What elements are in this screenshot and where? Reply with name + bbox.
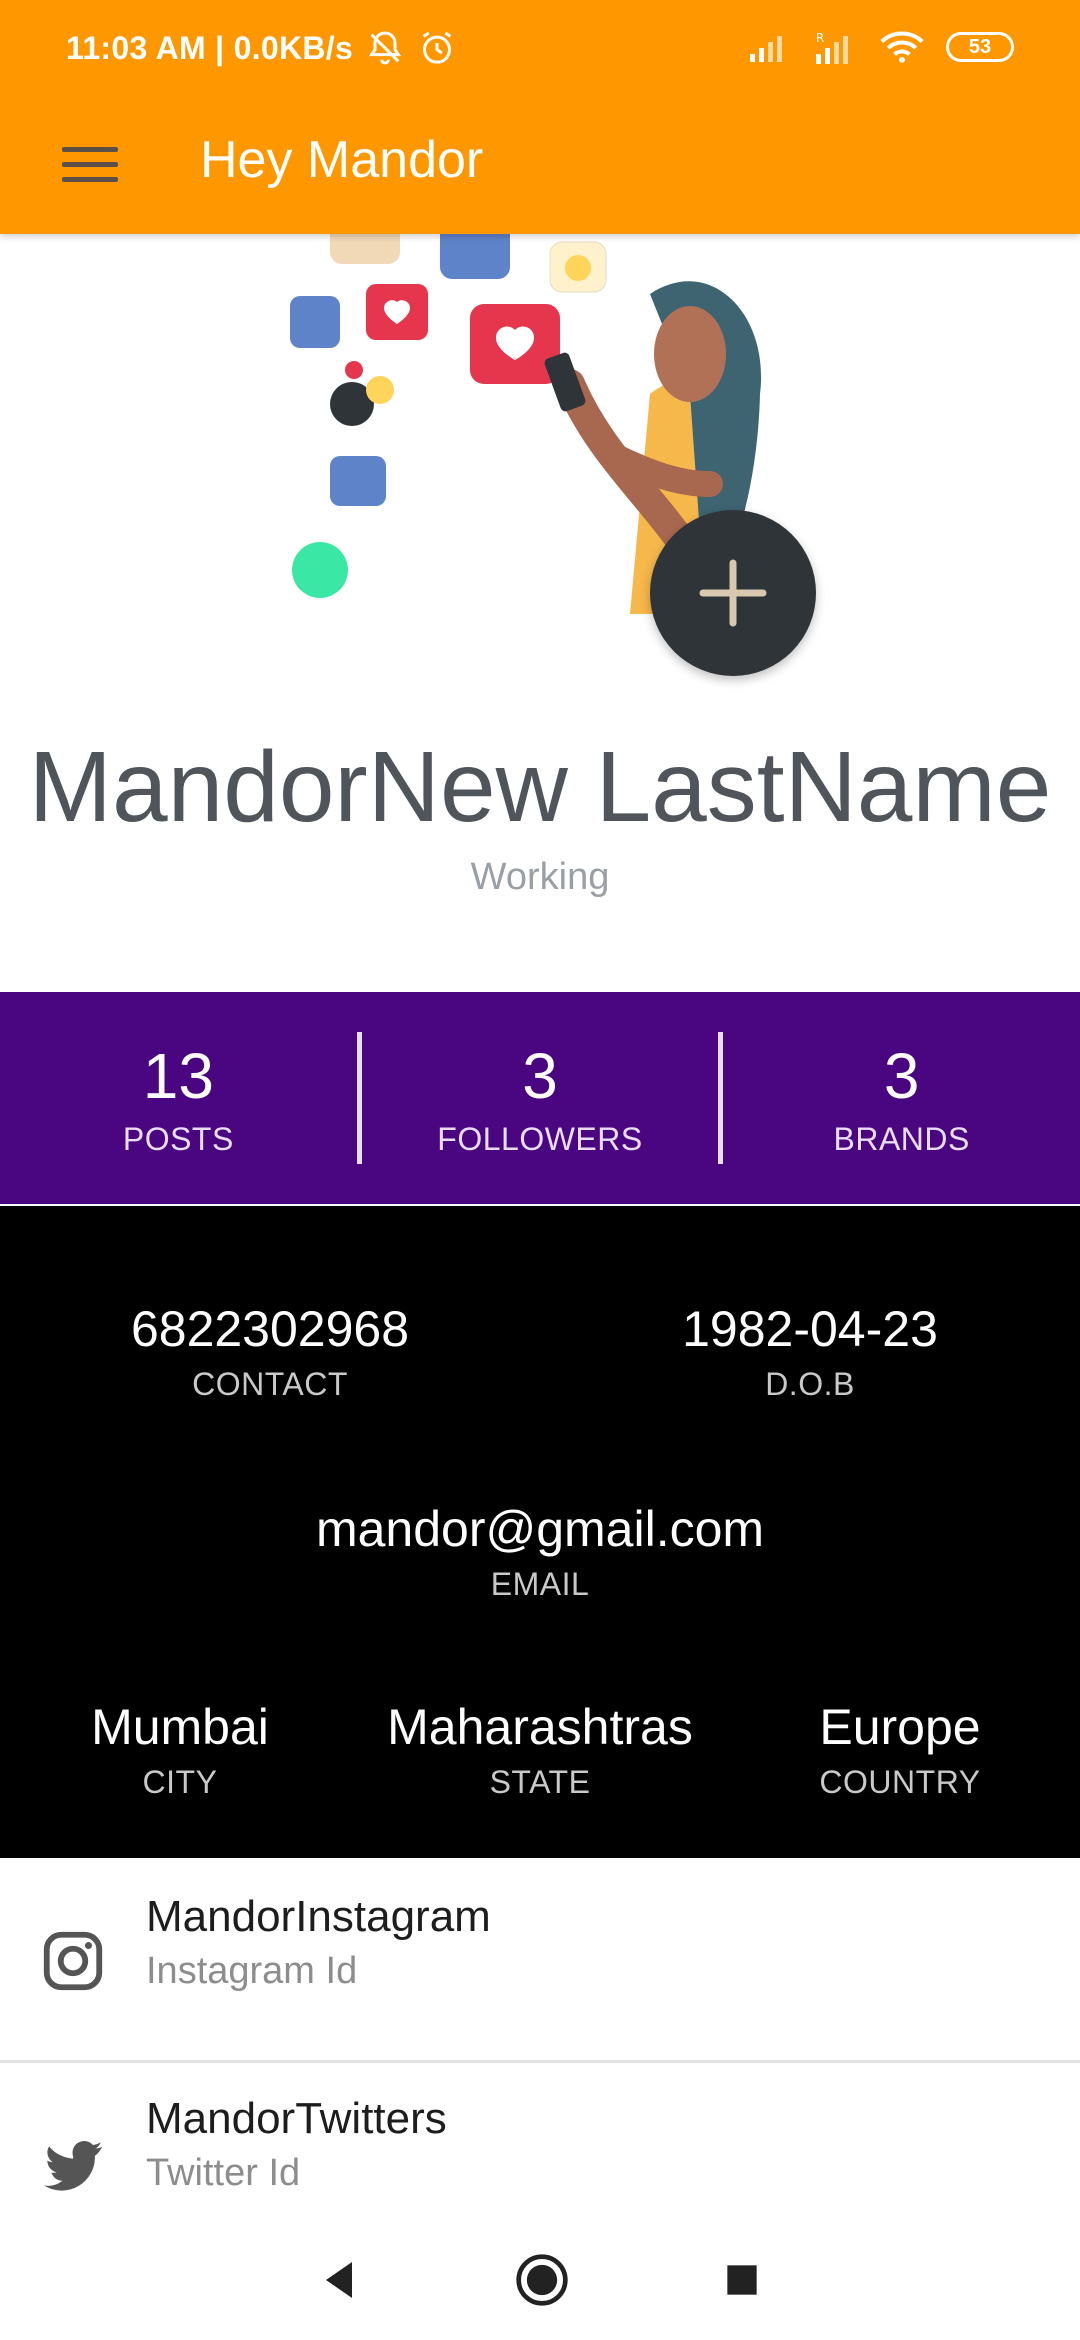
state-label: STATE xyxy=(489,1764,591,1800)
city-value: Mumbai xyxy=(91,1699,269,1755)
instagram-title: MandorInstagram xyxy=(146,1892,491,1941)
toolbar: Hey Mandor xyxy=(0,100,1080,234)
recents-icon[interactable] xyxy=(720,2258,764,2302)
stat-posts-value: 13 xyxy=(142,1040,214,1113)
email-label: EMAIL xyxy=(490,1566,590,1602)
home-icon[interactable] xyxy=(514,2252,570,2308)
social-row-instagram[interactable]: MandorInstagram Instagram Id xyxy=(0,1860,1080,2060)
country-field: Europe COUNTRY xyxy=(740,1698,1060,1801)
twitter-icon xyxy=(43,2141,103,2191)
wifi-icon xyxy=(880,31,924,63)
contact-field: 6822302968 CONTACT xyxy=(60,1300,480,1403)
stat-brands-value: 3 xyxy=(883,1040,920,1113)
stats-band: 13 POSTS 3 FOLLOWERS 3 BRANDS xyxy=(0,992,1080,1204)
mute-bell-icon xyxy=(368,31,402,65)
stat-followers-value: 3 xyxy=(522,1040,558,1113)
stat-brands-label: BRANDS xyxy=(833,1120,970,1157)
status-bar: 11:03 AM | 0.0KB/s R 53 xyxy=(0,0,1080,100)
app-bar: 11:03 AM | 0.0KB/s R 53 Hey Mandor xyxy=(0,0,1080,234)
signal-icon xyxy=(750,36,782,62)
dob-field: 1982-04-23 D.O.B xyxy=(600,1300,1020,1403)
status-time: 11:03 AM | 0.0KB/s xyxy=(66,29,354,66)
hamburger-menu-icon[interactable] xyxy=(54,128,126,200)
add-photo-button[interactable] xyxy=(650,510,816,676)
contact-label: CONTACT xyxy=(192,1366,348,1402)
state-value: Maharashtras xyxy=(387,1699,693,1755)
toolbar-title: Hey Mandor xyxy=(200,131,484,189)
system-nav-bar xyxy=(0,2220,1080,2340)
email-field: mandor@gmail.com EMAIL xyxy=(190,1500,890,1603)
profile-status: Working xyxy=(470,856,610,898)
alarm-icon xyxy=(422,31,452,64)
stat-followers-label: FOLLOWERS xyxy=(437,1120,643,1157)
city-field: Mumbai CITY xyxy=(20,1698,340,1801)
stat-posts-label: POSTS xyxy=(122,1120,234,1157)
back-icon[interactable] xyxy=(316,2256,364,2304)
twitter-title: MandorTwitters xyxy=(146,2094,447,2143)
country-label: COUNTRY xyxy=(819,1764,981,1800)
state-field: Maharashtras STATE xyxy=(340,1698,740,1801)
stat-brands[interactable]: 3 BRANDS xyxy=(723,1038,1080,1158)
email-value: mandor@gmail.com xyxy=(315,1501,765,1557)
country-value: Europe xyxy=(819,1699,981,1755)
details-band: 6822302968 CONTACT 1982-04-23 D.O.B mand… xyxy=(0,1206,1080,1858)
contact-value: 6822302968 xyxy=(130,1301,410,1357)
status-right: R 53 xyxy=(748,30,1014,64)
social-reaction-bubbles xyxy=(290,234,607,598)
instagram-subtitle: Instagram Id xyxy=(146,1950,358,1992)
stat-followers[interactable]: 3 FOLLOWERS xyxy=(362,1038,719,1158)
svg-text:R: R xyxy=(816,31,824,45)
twitter-subtitle: Twitter Id xyxy=(146,2152,301,2194)
status-left: 11:03 AM | 0.0KB/s xyxy=(66,28,457,68)
instagram-icon xyxy=(43,1931,103,1991)
dob-label: D.O.B xyxy=(765,1366,855,1402)
signal-roaming-icon: R xyxy=(816,31,848,64)
battery-indicator: 53 xyxy=(946,32,1014,62)
plus-icon xyxy=(699,559,767,627)
dob-value: 1982-04-23 xyxy=(682,1301,938,1357)
city-label: CITY xyxy=(142,1764,218,1800)
list-divider xyxy=(0,2060,1080,2063)
profile-name: MandorNew LastName xyxy=(28,731,1052,843)
stat-posts[interactable]: 13 POSTS xyxy=(0,1038,357,1158)
